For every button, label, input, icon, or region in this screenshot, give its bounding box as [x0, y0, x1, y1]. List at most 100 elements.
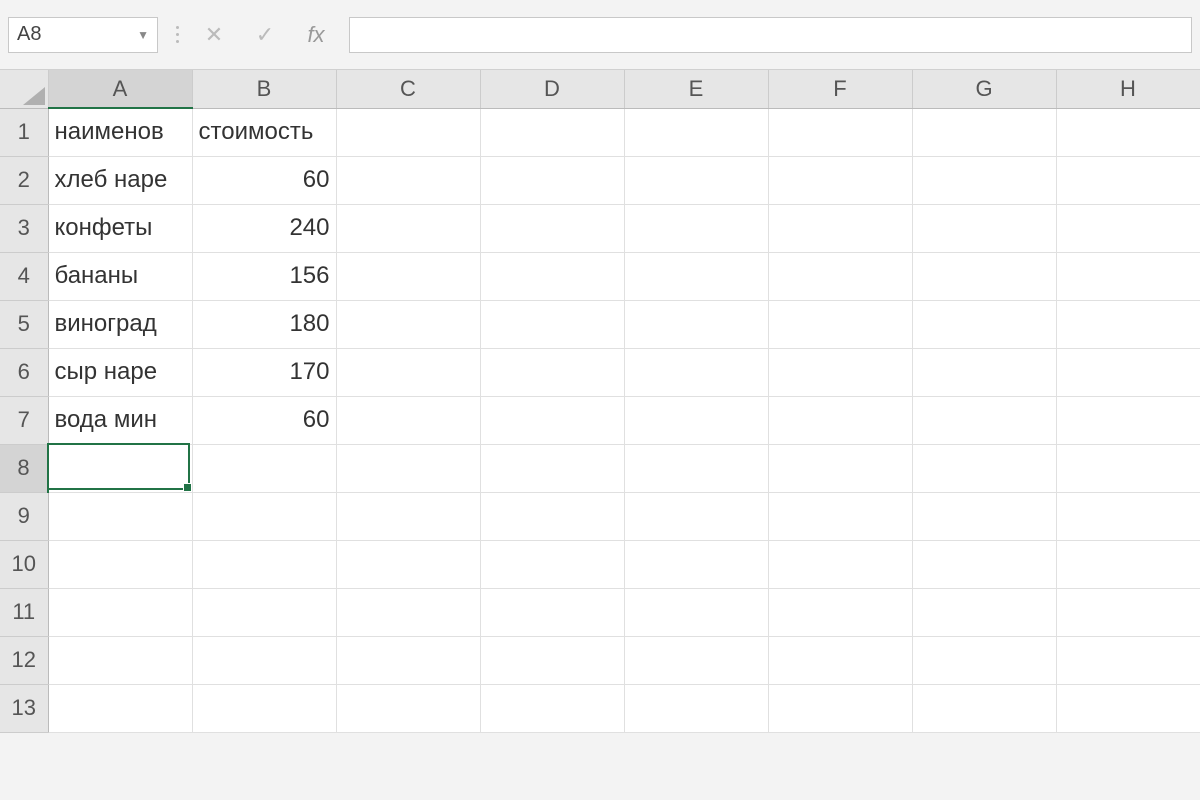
cell-B5[interactable]: 180 — [192, 300, 336, 348]
cell-A8[interactable] — [48, 444, 192, 492]
cell-F1[interactable] — [768, 108, 912, 156]
cell-B3[interactable]: 240 — [192, 204, 336, 252]
cell-H13[interactable] — [1056, 684, 1200, 732]
cell-E3[interactable] — [624, 204, 768, 252]
cell-C1[interactable] — [336, 108, 480, 156]
formula-input[interactable] — [349, 17, 1192, 53]
cell-C12[interactable] — [336, 636, 480, 684]
cell-F8[interactable] — [768, 444, 912, 492]
cell-H11[interactable] — [1056, 588, 1200, 636]
cell-C10[interactable] — [336, 540, 480, 588]
cell-A13[interactable] — [48, 684, 192, 732]
fx-button[interactable]: fx — [298, 17, 334, 53]
cell-G7[interactable] — [912, 396, 1056, 444]
cell-D12[interactable] — [480, 636, 624, 684]
row-header-9[interactable]: 9 — [0, 492, 48, 540]
cell-F11[interactable] — [768, 588, 912, 636]
cell-D2[interactable] — [480, 156, 624, 204]
cell-H5[interactable] — [1056, 300, 1200, 348]
cell-B10[interactable] — [192, 540, 336, 588]
name-box[interactable]: A8 ▼ — [8, 17, 158, 53]
worksheet[interactable]: ABCDEFGH1наименовстоимость2хлеб наре603к… — [0, 70, 1200, 733]
row-header-11[interactable]: 11 — [0, 588, 48, 636]
cell-G13[interactable] — [912, 684, 1056, 732]
cell-D7[interactable] — [480, 396, 624, 444]
cell-G6[interactable] — [912, 348, 1056, 396]
cell-G2[interactable] — [912, 156, 1056, 204]
cell-G5[interactable] — [912, 300, 1056, 348]
cell-F4[interactable] — [768, 252, 912, 300]
col-header-C[interactable]: C — [336, 70, 480, 108]
cell-G12[interactable] — [912, 636, 1056, 684]
cell-A1[interactable]: наименов — [48, 108, 192, 156]
cell-D1[interactable] — [480, 108, 624, 156]
cell-D3[interactable] — [480, 204, 624, 252]
select-all-corner[interactable] — [0, 70, 48, 108]
col-header-A[interactable]: A — [48, 70, 192, 108]
row-header-4[interactable]: 4 — [0, 252, 48, 300]
cell-E2[interactable] — [624, 156, 768, 204]
cell-A2[interactable]: хлеб наре — [48, 156, 192, 204]
cell-F13[interactable] — [768, 684, 912, 732]
row-header-3[interactable]: 3 — [0, 204, 48, 252]
row-header-5[interactable]: 5 — [0, 300, 48, 348]
cell-D5[interactable] — [480, 300, 624, 348]
cell-B2[interactable]: 60 — [192, 156, 336, 204]
cell-F12[interactable] — [768, 636, 912, 684]
col-header-G[interactable]: G — [912, 70, 1056, 108]
cell-G8[interactable] — [912, 444, 1056, 492]
cell-E10[interactable] — [624, 540, 768, 588]
row-header-2[interactable]: 2 — [0, 156, 48, 204]
cell-D10[interactable] — [480, 540, 624, 588]
cell-H9[interactable] — [1056, 492, 1200, 540]
cell-A3[interactable]: конфеты — [48, 204, 192, 252]
cell-B6[interactable]: 170 — [192, 348, 336, 396]
cell-E7[interactable] — [624, 396, 768, 444]
cell-B4[interactable]: 156 — [192, 252, 336, 300]
cell-E5[interactable] — [624, 300, 768, 348]
cell-C8[interactable] — [336, 444, 480, 492]
row-header-1[interactable]: 1 — [0, 108, 48, 156]
cell-G10[interactable] — [912, 540, 1056, 588]
cell-H3[interactable] — [1056, 204, 1200, 252]
col-header-B[interactable]: B — [192, 70, 336, 108]
cell-G3[interactable] — [912, 204, 1056, 252]
cell-H2[interactable] — [1056, 156, 1200, 204]
cell-H12[interactable] — [1056, 636, 1200, 684]
cell-F10[interactable] — [768, 540, 912, 588]
cell-E11[interactable] — [624, 588, 768, 636]
cell-B9[interactable] — [192, 492, 336, 540]
cell-F9[interactable] — [768, 492, 912, 540]
cell-H8[interactable] — [1056, 444, 1200, 492]
cell-A7[interactable]: вода мин — [48, 396, 192, 444]
cell-H1[interactable] — [1056, 108, 1200, 156]
cell-C11[interactable] — [336, 588, 480, 636]
col-header-F[interactable]: F — [768, 70, 912, 108]
cell-F7[interactable] — [768, 396, 912, 444]
cell-E4[interactable] — [624, 252, 768, 300]
cell-E8[interactable] — [624, 444, 768, 492]
cell-C3[interactable] — [336, 204, 480, 252]
cell-A9[interactable] — [48, 492, 192, 540]
dropdown-icon[interactable]: ▼ — [137, 28, 149, 42]
cell-D9[interactable] — [480, 492, 624, 540]
cell-E6[interactable] — [624, 348, 768, 396]
row-header-8[interactable]: 8 — [0, 444, 48, 492]
cell-E1[interactable] — [624, 108, 768, 156]
cell-F3[interactable] — [768, 204, 912, 252]
cell-D6[interactable] — [480, 348, 624, 396]
row-header-13[interactable]: 13 — [0, 684, 48, 732]
cell-B1[interactable]: стоимость — [192, 108, 336, 156]
cell-A10[interactable] — [48, 540, 192, 588]
cell-B12[interactable] — [192, 636, 336, 684]
cell-G4[interactable] — [912, 252, 1056, 300]
cell-A12[interactable] — [48, 636, 192, 684]
col-header-D[interactable]: D — [480, 70, 624, 108]
cell-E9[interactable] — [624, 492, 768, 540]
cell-C9[interactable] — [336, 492, 480, 540]
cell-E12[interactable] — [624, 636, 768, 684]
cell-A4[interactable]: бананы — [48, 252, 192, 300]
row-header-6[interactable]: 6 — [0, 348, 48, 396]
cell-C4[interactable] — [336, 252, 480, 300]
cell-G11[interactable] — [912, 588, 1056, 636]
